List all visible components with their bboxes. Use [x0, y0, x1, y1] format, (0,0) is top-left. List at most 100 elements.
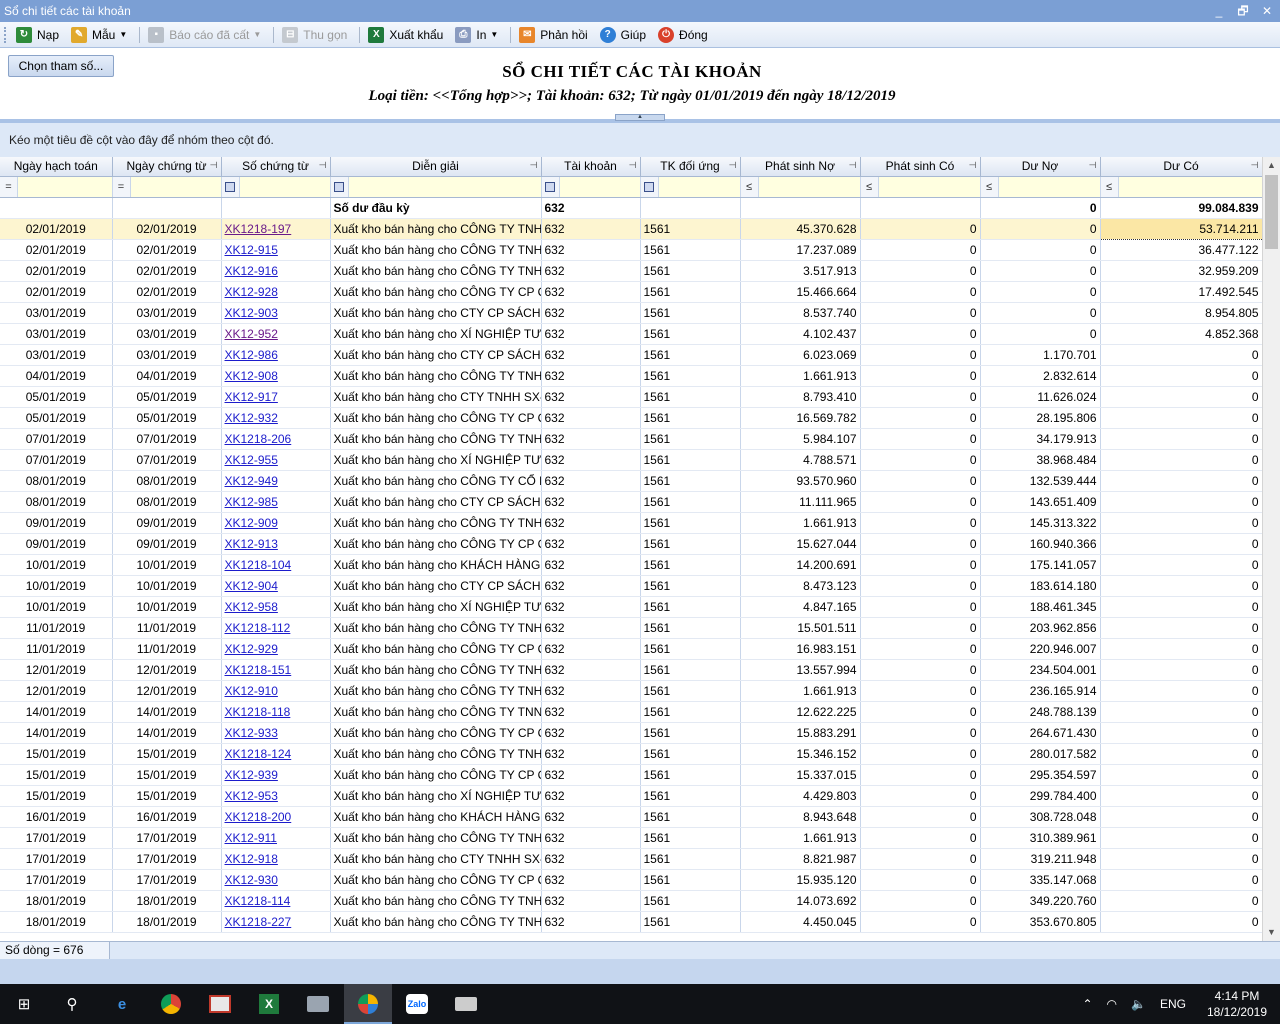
table-row[interactable]: 18/01/2019 18/01/2019 XK1218-227 Xuất kho b… — [0, 911, 1262, 933]
voucher-link[interactable]: XK12-910 — [225, 684, 278, 698]
language-indicator[interactable]: ENG — [1160, 997, 1186, 1011]
table-row[interactable]: 14/01/2019 14/01/2019 XK12-933 Xuất kho bán… — [0, 722, 1262, 744]
opening-balance-row[interactable]: Số dư đầu kỳ 632 0 99.084.839 — [0, 197, 1262, 219]
filter-cell[interactable] — [640, 176, 741, 198]
col-header-debit[interactable]: Phát sinh Nợ ⊣ — [740, 157, 861, 177]
voucher-link[interactable]: XK12-949 — [225, 474, 278, 488]
filter-operator[interactable] — [541, 176, 560, 196]
table-row[interactable]: 03/01/2019 03/01/2019 XK12-903 Xuất kho bán… — [0, 302, 1262, 324]
filter-operator[interactable]: = — [112, 176, 131, 196]
table-row[interactable]: 02/01/2019 02/01/2019 XK12-915 Xuất kho bán… — [0, 239, 1262, 261]
col-header-credit[interactable]: Phát sinh Có ⊣ — [860, 157, 981, 177]
voucher-link[interactable]: XK1218-197 — [225, 222, 292, 236]
close-window-button[interactable]: ✕ — [1260, 0, 1274, 22]
scroll-thumb[interactable] — [1265, 175, 1278, 249]
filter-operator[interactable]: ≤ — [860, 176, 879, 196]
feedback-button[interactable]: ✉ Phản hồi — [519, 26, 588, 43]
voucher-link[interactable]: XK12-953 — [225, 789, 278, 803]
filter-cell[interactable] — [541, 176, 641, 198]
collapse-button[interactable]: ⊟ Thu gọn — [282, 26, 347, 43]
voucher-link[interactable]: XK1218-206 — [225, 432, 292, 446]
search-icon[interactable]: ⚲ — [58, 990, 86, 1018]
table-row[interactable]: 02/01/2019 02/01/2019 XK1218-197 Xuất kho b… — [0, 217, 1262, 240]
table-row[interactable]: 12/01/2019 12/01/2019 XK12-910 Xuất kho bán… — [0, 680, 1262, 702]
filter-operator[interactable] — [640, 176, 659, 196]
table-row[interactable]: 11/01/2019 11/01/2019 XK12-929 Xuất kho bán… — [0, 638, 1262, 660]
voucher-link[interactable]: XK12-986 — [225, 348, 278, 362]
table-row[interactable]: 16/01/2019 16/01/2019 XK1218-200 Xuất kho b… — [0, 806, 1262, 828]
filter-cell[interactable]: ≤ — [980, 176, 1101, 198]
table-row[interactable]: 03/01/2019 03/01/2019 XK12-986 Xuất kho bán… — [0, 344, 1262, 366]
pin-icon[interactable]: ⊣ — [969, 160, 977, 171]
table-row[interactable]: 17/01/2019 17/01/2019 XK12-930 Xuất kho bán… — [0, 869, 1262, 891]
pin-icon[interactable]: ⊣ — [530, 160, 538, 171]
table-row[interactable]: 10/01/2019 10/01/2019 XK12-904 Xuất kho bán… — [0, 575, 1262, 597]
filter-cell[interactable] — [221, 176, 331, 198]
voucher-link[interactable]: XK12-932 — [225, 411, 278, 425]
table-row[interactable]: 08/01/2019 08/01/2019 XK12-985 Xuất kho bán… — [0, 491, 1262, 513]
voucher-link[interactable]: XK12-929 — [225, 642, 278, 656]
table-row[interactable]: 05/01/2019 05/01/2019 XK12-917 Xuất kho bán… — [0, 386, 1262, 408]
voucher-link[interactable]: XK12-918 — [225, 852, 278, 866]
wifi-icon[interactable]: ◠ — [1107, 997, 1117, 1011]
filter-cell[interactable]: ≤ — [740, 176, 861, 198]
table-row[interactable]: 07/01/2019 07/01/2019 XK1218-206 Xuất kho b… — [0, 428, 1262, 450]
col-header-description[interactable]: Diễn giải ⊣ — [330, 157, 542, 177]
mau-button[interactable]: ✎ Mẫu ▼ — [71, 26, 127, 43]
chevron-up-icon[interactable]: ▲ — [615, 114, 665, 121]
file-explorer-icon[interactable] — [304, 990, 332, 1018]
filter-operator[interactable] — [330, 176, 349, 196]
minimize-button[interactable]: _ — [1212, 0, 1226, 22]
table-row[interactable]: 17/01/2019 17/01/2019 XK12-918 Xuất kho bán… — [0, 848, 1262, 870]
voucher-link[interactable]: XK12-911 — [225, 831, 277, 845]
voucher-link[interactable]: XK12-916 — [225, 264, 278, 278]
filter-operator[interactable] — [221, 176, 240, 196]
chevron-up-icon[interactable]: ⌃ — [1082, 997, 1092, 1011]
voucher-link[interactable]: XK12-928 — [225, 285, 278, 299]
table-row[interactable]: 02/01/2019 02/01/2019 XK12-916 Xuất kho bán… — [0, 260, 1262, 282]
voucher-link[interactable]: XK12-952 — [225, 327, 278, 341]
pin-icon[interactable]: ⊣ — [319, 160, 327, 171]
voucher-link[interactable]: XK1218-151 — [225, 663, 292, 677]
filter-operator[interactable]: ≤ — [980, 176, 999, 196]
printer-icon[interactable] — [452, 990, 480, 1018]
pin-icon[interactable]: ⊣ — [729, 160, 737, 171]
filter-cell[interactable]: = — [112, 176, 222, 198]
pin-icon[interactable]: ⊣ — [1251, 160, 1259, 171]
voucher-link[interactable]: XK12-985 — [225, 495, 278, 509]
table-row[interactable]: 12/01/2019 12/01/2019 XK1218-151 Xuất kho b… — [0, 659, 1262, 681]
scroll-down-icon[interactable]: ▼ — [1263, 924, 1280, 941]
col-header-voucher-no[interactable]: Số chứng từ ⊣ — [221, 157, 331, 177]
table-row[interactable]: 15/01/2019 15/01/2019 XK12-939 Xuất kho bán… — [0, 764, 1262, 786]
filter-operator[interactable]: ≤ — [1100, 176, 1119, 196]
voucher-link[interactable]: XK12-904 — [225, 579, 278, 593]
voucher-link[interactable]: XK12-903 — [225, 306, 278, 320]
voucher-link[interactable]: XK1218-227 — [225, 915, 292, 929]
zalo-icon[interactable]: Zalo — [403, 990, 431, 1018]
col-header-account[interactable]: Tài khoản ⊣ — [541, 157, 641, 177]
speaker-icon[interactable]: 🔈 — [1131, 997, 1146, 1011]
filter-cell[interactable]: ≤ — [1100, 176, 1262, 198]
col-header-voucher-date[interactable]: Ngày chứng từ ⊣ — [112, 157, 222, 177]
table-row[interactable]: 15/01/2019 15/01/2019 XK1218-124 Xuất kho b… — [0, 743, 1262, 765]
table-row[interactable]: 07/01/2019 07/01/2019 XK12-955 Xuất kho bán… — [0, 449, 1262, 471]
pin-icon[interactable]: ⊣ — [849, 160, 857, 171]
voucher-link[interactable]: XK1218-114 — [225, 894, 291, 908]
voucher-link[interactable]: XK12-909 — [225, 516, 278, 530]
close-report-button[interactable]: ⏻ Đóng — [658, 26, 708, 43]
voucher-link[interactable]: XK1218-104 — [225, 558, 292, 572]
table-row[interactable]: 11/01/2019 11/01/2019 XK1218-112 Xuất kho b… — [0, 617, 1262, 639]
table-row[interactable]: 15/01/2019 15/01/2019 XK12-953 Xuất kho bán… — [0, 785, 1262, 807]
table-row[interactable]: 18/01/2019 18/01/2019 XK1218-114 Xuất kho b… — [0, 890, 1262, 912]
table-row[interactable]: 05/01/2019 05/01/2019 XK12-932 Xuất kho bán… — [0, 407, 1262, 429]
voucher-link[interactable]: XK1218-200 — [225, 810, 292, 824]
table-row[interactable]: 17/01/2019 17/01/2019 XK12-911 Xuất kho bán… — [0, 827, 1262, 849]
group-by-panel[interactable]: Kéo một tiêu đề cột vào đây để nhóm theo… — [0, 123, 1280, 157]
table-row[interactable]: 08/01/2019 08/01/2019 XK12-949 Xuất kho bán… — [0, 470, 1262, 492]
edge-icon[interactable]: e — [108, 990, 136, 1018]
export-button[interactable]: X Xuất khẩu — [368, 26, 443, 43]
filter-operator[interactable]: ≤ — [740, 176, 759, 196]
voucher-link[interactable]: XK12-930 — [225, 873, 278, 887]
voucher-link[interactable]: XK12-939 — [225, 768, 278, 782]
col-header-posting-date[interactable]: Ngày hạch toán — [0, 157, 113, 177]
